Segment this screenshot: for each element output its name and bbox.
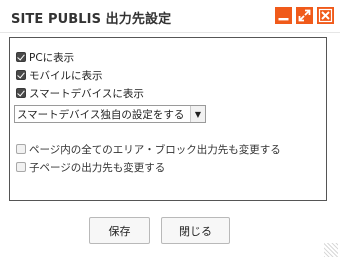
title-bar[interactable]: SITE PUBLIS 出力先設定 [0,0,340,33]
smart-mode-value: スマートデバイス独自の設定をする [17,108,185,121]
save-button[interactable]: 保存 [89,217,150,244]
close-button[interactable]: 閉じる [161,217,230,244]
change-children-label: 子ページの出力先も変更する [29,161,166,174]
pc-label: PCに表示 [29,51,75,64]
minimize-icon [278,18,289,21]
option-change-all[interactable]: ページ内の全てのエリア・ブロック出力先も変更する [16,141,281,157]
pc-checkbox[interactable] [16,52,26,62]
mobile-checkbox[interactable] [16,70,26,80]
option-mobile[interactable]: モバイルに表示 [16,67,103,83]
resize-grip[interactable] [324,243,338,257]
close-window-button[interactable] [317,7,334,24]
smart-checkbox[interactable] [16,88,26,98]
minimize-button[interactable] [275,7,292,24]
smart-mode-select[interactable]: スマートデバイス独自の設定をする ▼ [14,105,206,123]
dialog-title: SITE PUBLIS 出力先設定 [11,12,172,27]
maximize-icon [298,9,311,22]
chevron-down-icon[interactable]: ▼ [190,106,205,122]
smart-label: スマートデバイスに表示 [29,87,144,100]
change-all-checkbox[interactable] [16,144,26,154]
option-pc[interactable]: PCに表示 [16,49,74,65]
mobile-label: モバイルに表示 [29,69,103,82]
settings-panel: PCに表示 モバイルに表示 スマートデバイスに表示 スマートデバイス独自の設定を… [9,37,327,201]
option-change-children[interactable]: 子ページの出力先も変更する [16,159,165,175]
option-smart[interactable]: スマートデバイスに表示 [16,85,144,101]
change-children-checkbox[interactable] [16,162,26,172]
maximize-button[interactable] [296,7,313,24]
dialog-window: SITE PUBLIS 出力先設定 PCに表示 モバイルに表示 スマートデバイス… [0,0,340,259]
change-all-label: ページ内の全てのエリア・ブロック出力先も変更する [29,143,281,156]
close-icon [318,8,333,23]
